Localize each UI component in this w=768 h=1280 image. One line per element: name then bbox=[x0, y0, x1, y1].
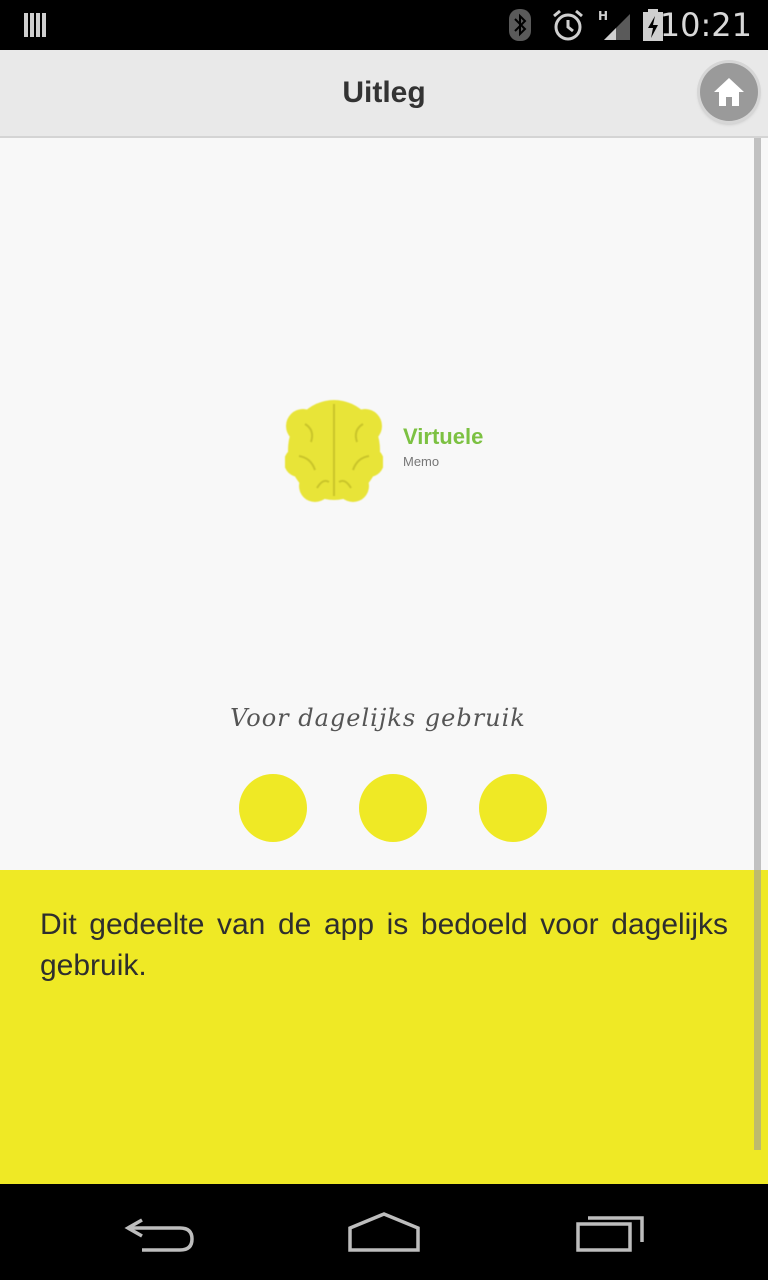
back-icon[interactable] bbox=[120, 1206, 200, 1258]
navigation-bar bbox=[0, 1184, 768, 1280]
status-bar: H 10:21 bbox=[0, 0, 768, 50]
action-bar: Uitleg bbox=[0, 50, 768, 138]
brain-icon bbox=[285, 400, 383, 502]
home-outline-icon[interactable] bbox=[344, 1206, 424, 1258]
signal-icon: H bbox=[598, 9, 630, 40]
logo-subtitle: Memo bbox=[403, 454, 440, 469]
home-button[interactable] bbox=[700, 63, 758, 121]
home-icon bbox=[714, 78, 744, 106]
bluetooth-icon bbox=[509, 9, 531, 41]
app-screen: H 10:21 Uitleg Virtuele Memo Voor dageli… bbox=[0, 0, 768, 1280]
page-title: Uitleg bbox=[342, 76, 426, 109]
scrollbar[interactable] bbox=[754, 138, 761, 1150]
recent-apps-icon[interactable] bbox=[570, 1206, 650, 1258]
page-indicator-dot bbox=[479, 774, 547, 842]
clock-time: 10:21 bbox=[659, 6, 752, 44]
logo-title: Virtuele bbox=[403, 424, 484, 449]
tagline: Voor dagelijks gebruik bbox=[230, 704, 526, 732]
app-logo: Virtuele Memo bbox=[285, 396, 505, 506]
network-type-label: H bbox=[598, 9, 608, 23]
page-indicator-dot bbox=[239, 774, 307, 842]
explanation-panel: Dit gedeelte van de app is bedoeld voor … bbox=[0, 870, 768, 1184]
notification-icon bbox=[24, 13, 46, 37]
page-indicator-dot bbox=[359, 774, 427, 842]
explanation-text: Dit gedeelte van de app is bedoeld voor … bbox=[40, 908, 728, 982]
illustration-area: Virtuele Memo Voor dagelijks gebruik bbox=[0, 138, 768, 870]
alarm-icon bbox=[553, 9, 583, 41]
